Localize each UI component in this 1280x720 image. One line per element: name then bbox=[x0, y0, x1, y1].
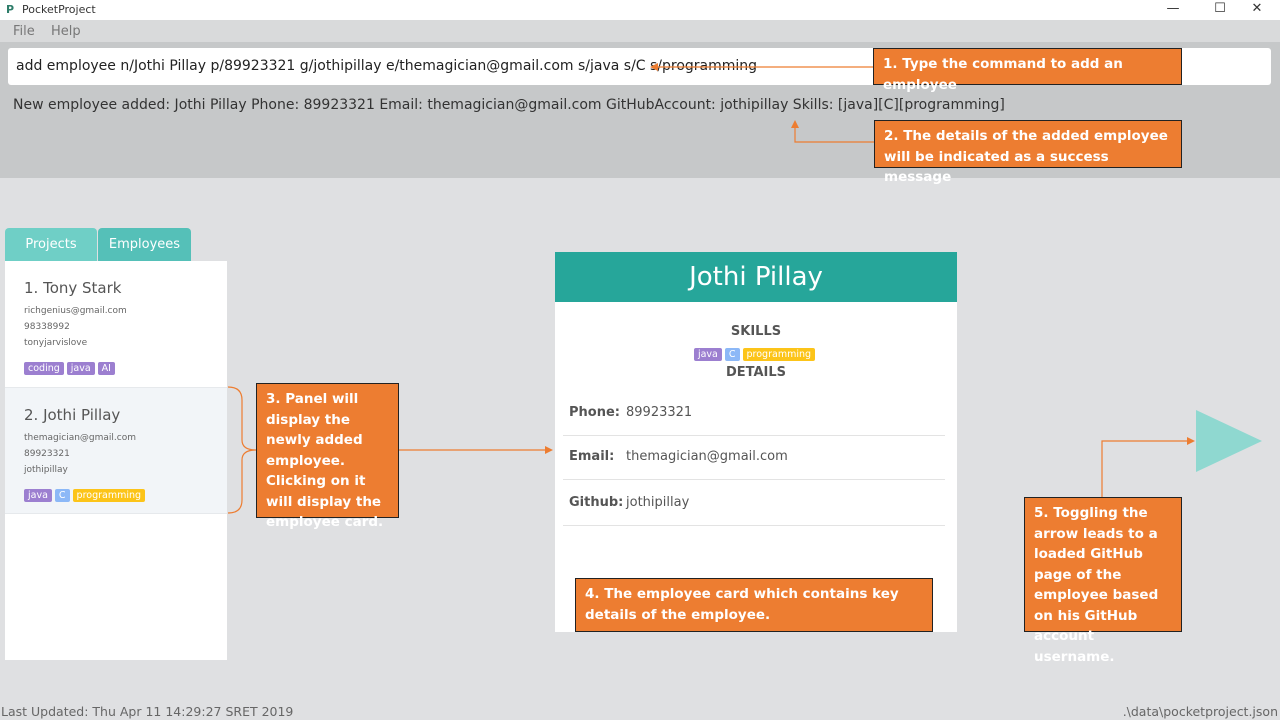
save-location: .\data\pocketproject.json bbox=[1122, 704, 1278, 719]
callout-5: 5. Toggling the arrow leads to a loaded … bbox=[1024, 497, 1182, 665]
github-toggle-arrow-icon[interactable] bbox=[1196, 410, 1262, 472]
status-bar: Last Updated: Thu Apr 11 14:29:27 SRET 2… bbox=[0, 704, 1280, 720]
callout-4: 4. The employee card which contains key … bbox=[575, 578, 933, 632]
callout-3: 3. Panel will display the newly added em… bbox=[256, 383, 399, 530]
callout-1: 1. Type the command to add an employee bbox=[873, 48, 1182, 93]
last-updated: Last Updated: Thu Apr 11 14:29:27 SRET 2… bbox=[1, 704, 294, 719]
callout-2: 2. The details of the added employee wil… bbox=[874, 120, 1182, 185]
